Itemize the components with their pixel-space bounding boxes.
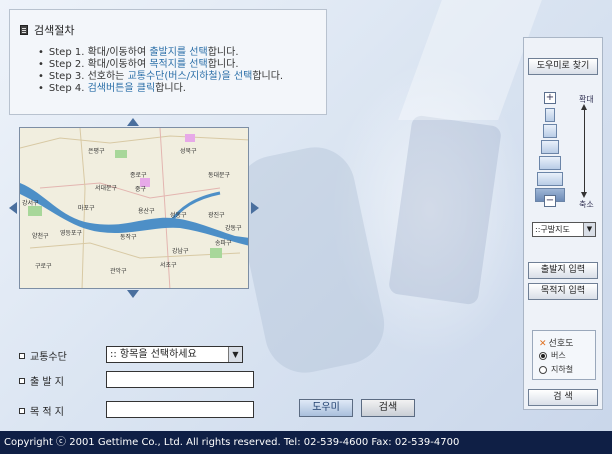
- map-area: 은평구 성북구 종로구 서대문구 중구 동대문구 마포구 용산구 성동구 광진구…: [9, 118, 259, 298]
- destination-input[interactable]: [106, 401, 254, 418]
- document-icon: [20, 25, 28, 35]
- map-label: 강동구: [225, 225, 242, 232]
- background-glow: [330, 60, 530, 360]
- map-label: 은평구: [88, 148, 105, 155]
- map-label: 구로구: [35, 263, 52, 270]
- map-graphic: [20, 128, 248, 288]
- close-x-icon: ✕: [539, 339, 547, 349]
- zoom-arrow-down-icon: [581, 192, 587, 198]
- guide-steps: Step 1. 확대/이동하여 출발지를 선택합니다. Step 2. 확대/이…: [38, 47, 283, 95]
- destination-label: 목 적 지: [19, 403, 64, 418]
- transport-select[interactable]: :: 항목을 선택하세요 ▼: [106, 346, 243, 363]
- map-label: 송파구: [215, 240, 232, 247]
- zoom-level-4[interactable]: [539, 156, 561, 170]
- option-subway[interactable]: 지하철: [539, 364, 573, 375]
- guide-step-4: Step 4. 검색버튼을 클릭합니다.: [38, 83, 283, 95]
- origin-label: 출 발 지: [19, 373, 64, 388]
- background-bus-shape: [228, 139, 392, 381]
- map-label: 동대문구: [208, 172, 231, 179]
- panel-search-button[interactable]: 검 색: [528, 389, 598, 406]
- map-label: 성북구: [180, 148, 197, 155]
- map-label: 중구: [135, 186, 147, 193]
- guide-step-3: Step 3. 선호하는 교통수단(버스/지하철)을 선택합니다.: [38, 71, 283, 83]
- map-label: 종로구: [130, 172, 147, 179]
- map-label: 관악구: [110, 268, 127, 275]
- map-control-panel: 도우미로 찾기 + − 확대 축소 ::구발지도 ▼ 출발지 입력 목적지 입력…: [523, 37, 603, 410]
- guide-title: 검색절차: [20, 22, 74, 38]
- bullet-square-icon: [19, 407, 25, 414]
- guide-title-text: 검색절차: [34, 24, 75, 37]
- bus-label: 버스: [551, 351, 566, 360]
- zoom-level-7[interactable]: [545, 108, 555, 122]
- map-label: 영등포구: [60, 230, 83, 237]
- option-bus[interactable]: 버스: [539, 350, 566, 361]
- zoom-level-6[interactable]: [543, 124, 557, 138]
- map-label: 강서구: [22, 200, 39, 207]
- zoom-in-label: 확대: [579, 95, 594, 104]
- map-label: 양천구: [32, 233, 49, 240]
- pan-left-arrow-icon[interactable]: [9, 202, 17, 214]
- zoom-level-5[interactable]: [541, 140, 559, 154]
- pan-right-arrow-icon[interactable]: [251, 202, 259, 214]
- set-destination-button[interactable]: 목적지 입력: [528, 283, 598, 300]
- map-label: 마포구: [78, 205, 95, 212]
- chevron-down-icon: ▼: [228, 347, 242, 362]
- background-train-shape: [387, 114, 503, 306]
- transport-label: 교통수단: [19, 348, 67, 363]
- map-label: 서초구: [160, 262, 177, 269]
- map-label: 서대문구: [95, 185, 118, 192]
- map-label: 강남구: [172, 248, 189, 255]
- helper-button[interactable]: 도우미: [299, 399, 353, 417]
- map-label: 용산구: [138, 208, 155, 215]
- zoom-in-icon[interactable]: +: [544, 92, 556, 104]
- copyright-footer: Copyright ⓒ 2001 Gettime Co., Ltd. All r…: [0, 431, 612, 454]
- guide-step-2: Step 2. 확대/이동하여 목적지를 선택합니다.: [38, 59, 283, 71]
- chevron-down-icon: ▼: [583, 223, 595, 236]
- subway-radio[interactable]: [539, 365, 547, 374]
- bullet-square-icon: [19, 352, 25, 359]
- subway-label: 지하철: [551, 365, 574, 374]
- preference-title: ✕ 선호도: [539, 339, 574, 349]
- map-label: 성동구: [170, 212, 187, 219]
- map-label: 광진구: [208, 212, 225, 219]
- origin-input[interactable]: [106, 371, 254, 388]
- zoom-arrow-line: [584, 109, 585, 193]
- pan-up-arrow-icon[interactable]: [127, 118, 139, 126]
- transport-select-value: :: 항목을 선택하세요: [110, 349, 197, 360]
- zoom-out-label: 축소: [579, 200, 594, 209]
- district-map-select-value: ::구발지도: [535, 225, 570, 234]
- search-guide-box: 검색절차 Step 1. 확대/이동하여 출발지를 선택합니다. Step 2.…: [9, 9, 327, 115]
- set-origin-button[interactable]: 출발지 입력: [528, 262, 598, 279]
- guide-step-1: Step 1. 확대/이동하여 출발지를 선택합니다.: [38, 47, 283, 59]
- seoul-map[interactable]: 은평구 성북구 종로구 서대문구 중구 동대문구 마포구 용산구 성동구 광진구…: [19, 127, 249, 289]
- background-light-shape: [398, 0, 542, 120]
- district-map-select[interactable]: ::구발지도 ▼: [532, 222, 596, 237]
- bus-radio[interactable]: [539, 351, 547, 360]
- pan-down-arrow-icon[interactable]: [127, 290, 139, 298]
- bullet-square-icon: [19, 377, 25, 384]
- map-label: 동작구: [120, 234, 137, 241]
- zoom-level-3[interactable]: [537, 172, 563, 186]
- search-button[interactable]: 검색: [361, 399, 415, 417]
- help-search-button[interactable]: 도우미로 찾기: [528, 58, 598, 75]
- preference-box: ✕ 선호도 버스 지하철: [532, 330, 596, 380]
- zoom-out-icon[interactable]: −: [544, 195, 556, 207]
